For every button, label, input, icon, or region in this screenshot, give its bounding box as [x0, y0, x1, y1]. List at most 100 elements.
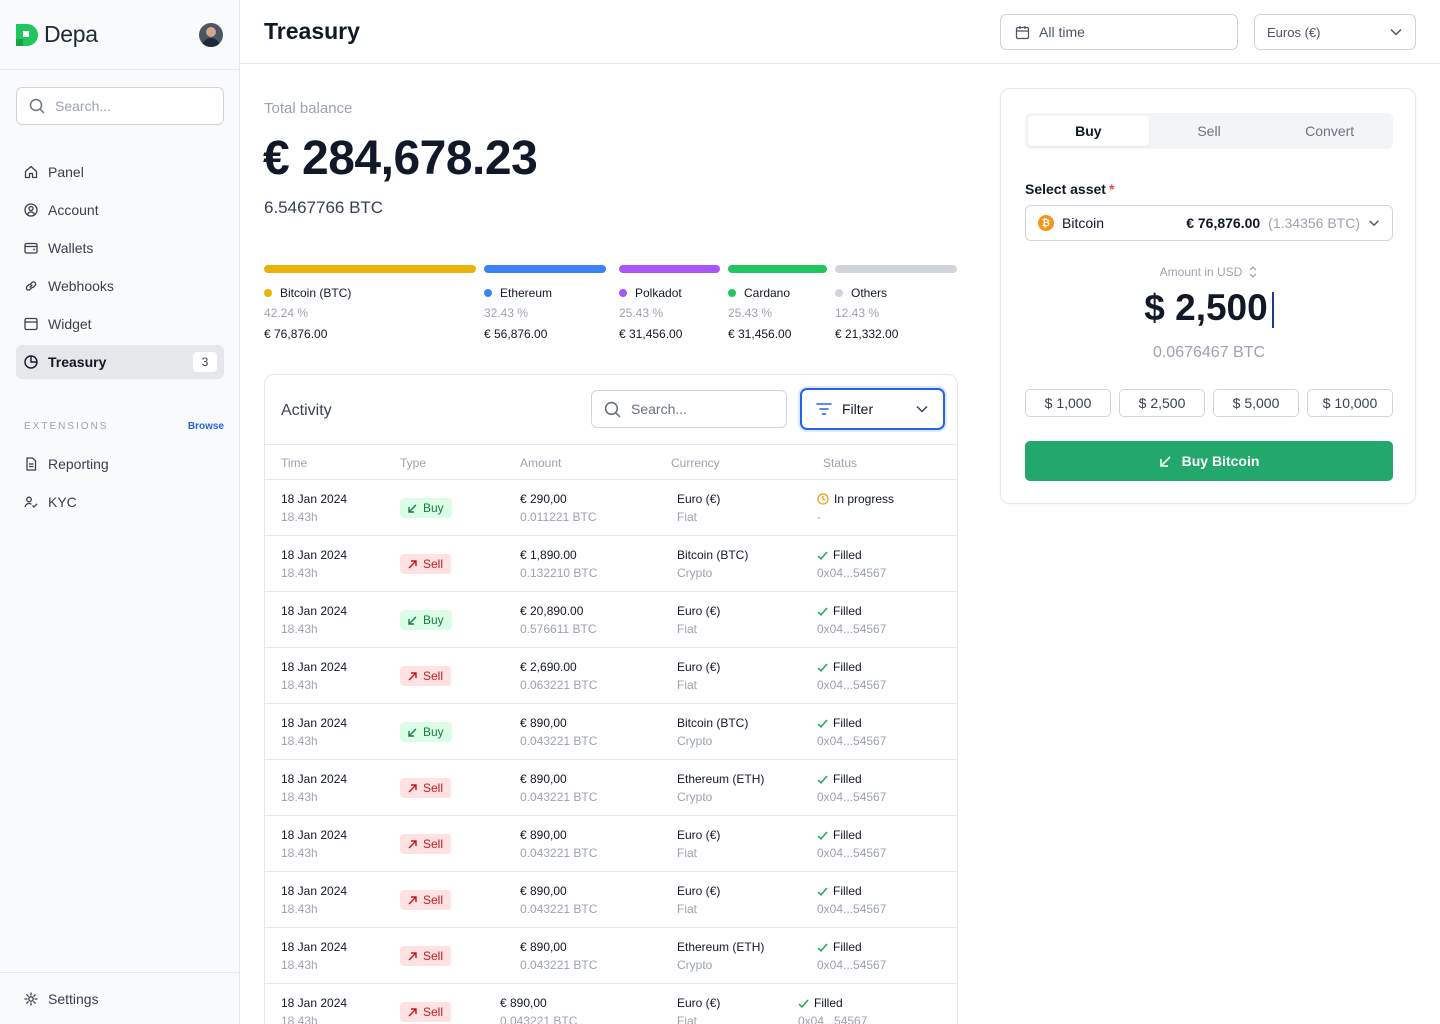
sidebar-item-kyc[interactable]: KYC: [16, 485, 224, 519]
cardano-dot-icon: [728, 289, 736, 297]
amount-btc-text: 0.011221 BTC: [520, 510, 597, 524]
allocation-percent: 25.43 %: [728, 306, 773, 320]
table-row[interactable]: 18 Jan 2024 18.43h Sell € 890,00 0.043221 BT…: [265, 984, 957, 1024]
type-badge: Sell: [400, 666, 452, 686]
text-cursor: [1271, 292, 1274, 329]
tab-buy[interactable]: Buy: [1028, 116, 1149, 146]
preset-10000-button[interactable]: $ 10,000: [1307, 389, 1393, 417]
amount-cell: € 890,00 0.043221 BTC: [520, 716, 597, 748]
allocation-percent: 12.43 %: [835, 306, 880, 320]
swap-vertical-icon: [1249, 266, 1257, 278]
allocation-percent: 32.43 %: [484, 306, 529, 320]
bitcoin-dot-icon: [264, 289, 272, 297]
status-subtext: 0x04...54567: [817, 678, 887, 692]
filter-button[interactable]: Filter: [800, 388, 945, 430]
table-row[interactable]: 18 Jan 2024 18.43h Sell € 890,00 0.043221 BT…: [265, 872, 957, 928]
extensions-nav: Reporting KYC: [16, 447, 224, 523]
type-label: Sell: [423, 669, 444, 683]
arrow-up-right-icon: [408, 1007, 417, 1016]
column-header-time[interactable]: Time: [281, 456, 307, 470]
column-header-currency[interactable]: Currency: [671, 456, 720, 470]
currency-select-value: Euros (€): [1267, 24, 1321, 40]
time-text: 18.43h: [281, 678, 318, 692]
buy-bitcoin-button[interactable]: Buy Bitcoin: [1025, 441, 1393, 481]
sidebar-search[interactable]: Search...: [16, 87, 224, 125]
currency-text: Euro (€): [677, 604, 721, 618]
date-range-button[interactable]: All time: [1000, 14, 1238, 50]
amount-presets: $ 1,000 $ 2,500 $ 5,000 $ 10,000: [1025, 389, 1393, 417]
date-text: 18 Jan 2024: [281, 604, 348, 618]
logo-icon: [16, 23, 38, 46]
status-cell: Filled 0x04...54567: [817, 828, 886, 860]
currency-text: Ethereum (ETH): [677, 940, 765, 954]
table-row[interactable]: 18 Jan 2024 18.43h Sell € 890,00 0.043221 BT…: [265, 816, 957, 872]
amount-btc-text: 0.043221 BTC: [520, 958, 598, 972]
sidebar-item-wallets[interactable]: Wallets: [16, 231, 224, 265]
sidebar-item-account[interactable]: Account: [16, 193, 224, 227]
table-row[interactable]: 18 Jan 2024 18.43h Sell € 2,690.00 0.063221 …: [265, 648, 957, 704]
asset-select[interactable]: ₿ Bitcoin € 76,876.00 (1.34356 BTC): [1025, 205, 1393, 241]
time-cell: 18 Jan 2024 18.43h: [281, 828, 347, 860]
logo[interactable]: Depa: [16, 21, 98, 48]
time-text: 18.43h: [281, 846, 318, 860]
sidebar-item-treasury[interactable]: Treasury 3: [16, 345, 224, 379]
amount-input[interactable]: $ 2,500: [1001, 287, 1417, 329]
sidebar-item-widget[interactable]: Widget: [16, 307, 224, 341]
column-header-amount[interactable]: Amount: [520, 456, 561, 470]
browse-link[interactable]: Browse: [188, 421, 224, 432]
tab-sell[interactable]: Sell: [1149, 116, 1270, 146]
amount-text: € 290,00: [520, 492, 567, 506]
activity-title: Activity: [281, 402, 332, 419]
amount-unit-toggle[interactable]: Amount in USD: [1001, 265, 1417, 279]
column-header-status[interactable]: Status: [823, 456, 857, 470]
amount-text: € 2,690.00: [520, 660, 577, 674]
status-subtext: 0x04...54567: [817, 958, 887, 972]
allocation-name-row: Polkadot: [619, 286, 720, 300]
amount-btc-text: 0.043221 BTC: [500, 1014, 578, 1024]
amount-btc-text: 0.043221 BTC: [520, 902, 598, 916]
status-line: Filled: [817, 660, 886, 674]
currency-cell: Euro (€) Fiat: [677, 884, 720, 916]
table-row[interactable]: 18 Jan 2024 18.43h Sell € 1,890.00 0.132210 …: [265, 536, 957, 592]
amount-text: € 890,00: [520, 884, 567, 898]
asset-label-text: Select asset: [1025, 181, 1106, 197]
trade-tabs: Buy Sell Convert: [1025, 113, 1393, 149]
sidebar-item-panel[interactable]: Panel: [16, 155, 224, 189]
table-row[interactable]: 18 Jan 2024 18.43h Buy € 890,00 0.043221 BTC…: [265, 704, 957, 760]
column-header-type[interactable]: Type: [400, 456, 426, 470]
allocation-percent: 42.24 %: [264, 306, 309, 320]
date-text: 18 Jan 2024: [281, 884, 348, 898]
table-row[interactable]: 18 Jan 2024 18.43h Buy € 290,00 0.011221 BTC…: [265, 480, 957, 536]
type-badge: Sell: [400, 834, 452, 854]
avatar[interactable]: [199, 22, 223, 47]
home-icon: [24, 165, 38, 179]
status-subtext: 0x04...54567: [817, 622, 887, 636]
sidebar-item-reporting[interactable]: Reporting: [16, 447, 224, 481]
preset-2500-button[interactable]: $ 2,500: [1119, 389, 1205, 417]
table-row[interactable]: 18 Jan 2024 18.43h Buy € 20,890.00 0.576611 …: [265, 592, 957, 648]
tab-convert[interactable]: Convert: [1269, 116, 1390, 146]
preset-1000-button[interactable]: $ 1,000: [1025, 389, 1111, 417]
arrow-down-left-icon: [1159, 455, 1171, 467]
check-icon: [817, 775, 828, 784]
sidebar-item-settings[interactable]: Settings: [0, 972, 239, 1024]
currency-type-text: Fiat: [677, 1014, 698, 1024]
activity-search-input[interactable]: Search...: [591, 390, 787, 428]
sidebar-item-webhooks[interactable]: Webhooks: [16, 269, 224, 303]
sidebar-item-label: Account: [48, 202, 99, 218]
table-row[interactable]: 18 Jan 2024 18.43h Sell € 890,00 0.043221 BT…: [265, 760, 957, 816]
time-text: 18.43h: [281, 958, 318, 972]
table-body: 18 Jan 2024 18.43h Buy € 290,00 0.011221 BTC…: [265, 480, 957, 1024]
time-text: 18.43h: [281, 734, 318, 748]
balance-value: € 284,678.23: [263, 132, 538, 185]
asset-price: € 76,876.00: [1186, 215, 1261, 231]
settings-label: Settings: [48, 990, 99, 1007]
status-text: Filled: [833, 548, 862, 562]
table-row[interactable]: 18 Jan 2024 18.43h Sell € 890,00 0.043221 BT…: [265, 928, 957, 984]
preset-5000-button[interactable]: $ 5,000: [1213, 389, 1299, 417]
asset-field-label: Select asset *: [1025, 181, 1114, 197]
currency-select[interactable]: Euros (€): [1254, 14, 1416, 50]
page-title: Treasury: [264, 18, 360, 44]
extensions-title: EXTENSIONS: [24, 421, 109, 432]
status-line: Filled: [817, 884, 886, 898]
